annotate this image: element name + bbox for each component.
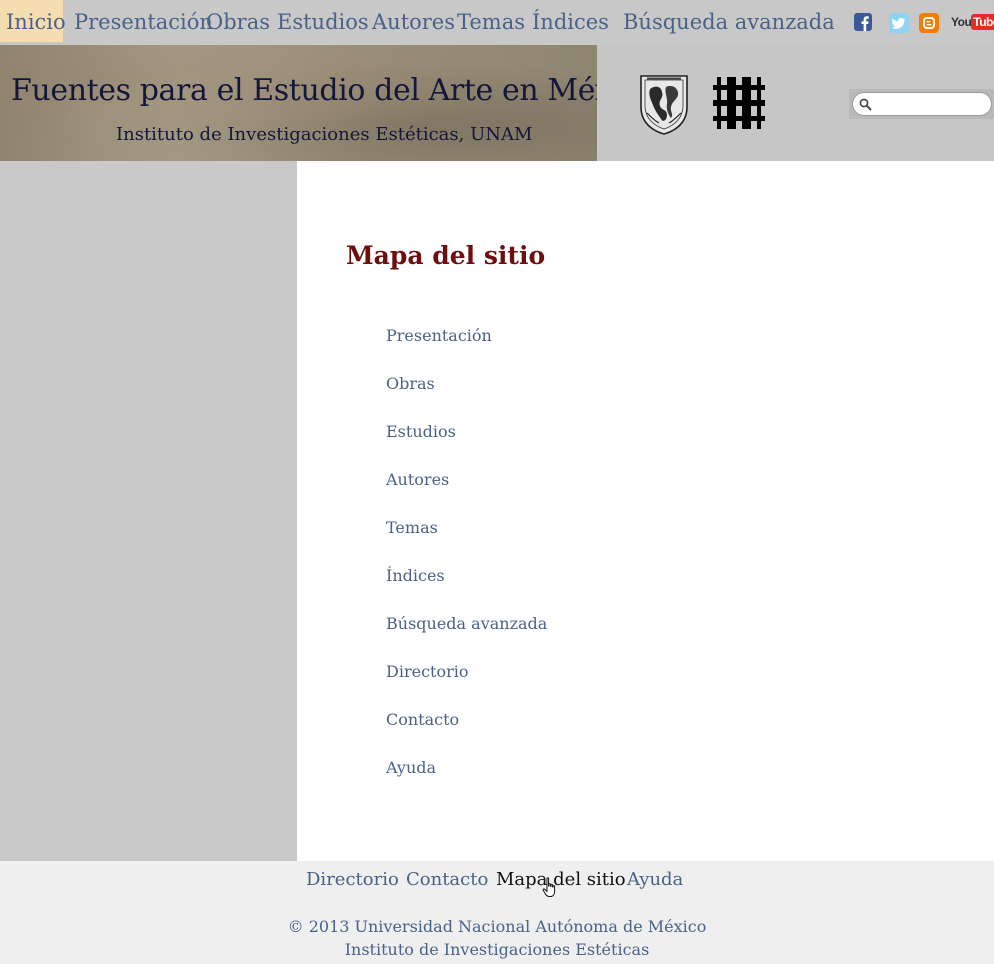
sitemap-link-temas[interactable]: Temas bbox=[386, 518, 547, 566]
sitemap-link-estudios[interactable]: Estudios bbox=[386, 422, 547, 470]
sitemap-link-obras[interactable]: Obras bbox=[386, 374, 547, 422]
footer-link-ayuda[interactable]: Ayuda bbox=[627, 869, 683, 890]
sitemap-list: Presentación Obras Estudios Autores Tema… bbox=[386, 326, 547, 806]
search-icon[interactable] bbox=[859, 98, 872, 111]
nav-obras[interactable]: Obras bbox=[206, 0, 270, 42]
site-title[interactable]: Fuentes para el Estudio del Arte en Méxi… bbox=[11, 73, 597, 108]
top-navigation: Inicio Presentación Obras Estudios Autor… bbox=[0, 0, 994, 45]
institute-text: Instituto de Investigaciones Estéticas bbox=[344, 940, 650, 959]
nav-estudios[interactable]: Estudios bbox=[277, 0, 369, 42]
site-footer: Directorio Contacto Mapa del sitio Ayuda… bbox=[0, 861, 994, 964]
sitemap-link-autores[interactable]: Autores bbox=[386, 470, 547, 518]
youtube-icon[interactable]: YouTube bbox=[951, 14, 994, 30]
twitter-icon[interactable] bbox=[889, 13, 909, 33]
footer-copyright: © 2013 Universidad Nacional Autónoma de … bbox=[0, 915, 994, 961]
search-input[interactable] bbox=[852, 92, 992, 116]
site-banner[interactable]: Fuentes para el Estudio del Arte en Méxi… bbox=[0, 45, 597, 161]
site-header: Fuentes para el Estudio del Arte en Méxi… bbox=[0, 45, 994, 161]
copyright-text: © 2013 Universidad Nacional Autónoma de … bbox=[287, 917, 707, 936]
footer-link-mapa-del-sitio[interactable]: Mapa del sitio bbox=[496, 869, 626, 890]
sitemap-link-presentacion[interactable]: Presentación bbox=[386, 326, 547, 374]
sitemap-link-directorio[interactable]: Directorio bbox=[386, 662, 547, 710]
nav-busqueda-avanzada[interactable]: Búsqueda avanzada bbox=[623, 0, 835, 42]
sitemap-link-contacto[interactable]: Contacto bbox=[386, 710, 547, 758]
nav-temas[interactable]: Temas bbox=[457, 0, 525, 42]
sitemap-link-indices[interactable]: Índices bbox=[386, 566, 547, 614]
footer-link-contacto[interactable]: Contacto bbox=[406, 869, 488, 890]
site-subtitle: Instituto de Investigaciones Estéticas, … bbox=[116, 124, 533, 145]
search-box bbox=[849, 89, 994, 119]
sitemap-link-busqueda-avanzada[interactable]: Búsqueda avanzada bbox=[386, 614, 547, 662]
facebook-icon[interactable] bbox=[854, 13, 872, 31]
nav-autores[interactable]: Autores bbox=[372, 0, 455, 42]
unam-seal-icon[interactable] bbox=[637, 73, 691, 135]
left-sidebar bbox=[0, 161, 297, 861]
nav-indices[interactable]: Índices bbox=[532, 0, 609, 42]
page-title: Mapa del sitio bbox=[346, 241, 546, 270]
nav-inicio[interactable]: Inicio bbox=[0, 0, 66, 42]
iie-logo-icon[interactable] bbox=[713, 77, 765, 129]
blogger-icon[interactable] bbox=[919, 13, 939, 33]
main-content: Mapa del sitio Presentación Obras Estudi… bbox=[297, 161, 994, 861]
sitemap-link-ayuda[interactable]: Ayuda bbox=[386, 758, 547, 806]
hand-cursor-icon bbox=[542, 877, 556, 897]
nav-presentacion[interactable]: Presentación bbox=[74, 0, 213, 42]
footer-link-directorio[interactable]: Directorio bbox=[306, 869, 399, 890]
